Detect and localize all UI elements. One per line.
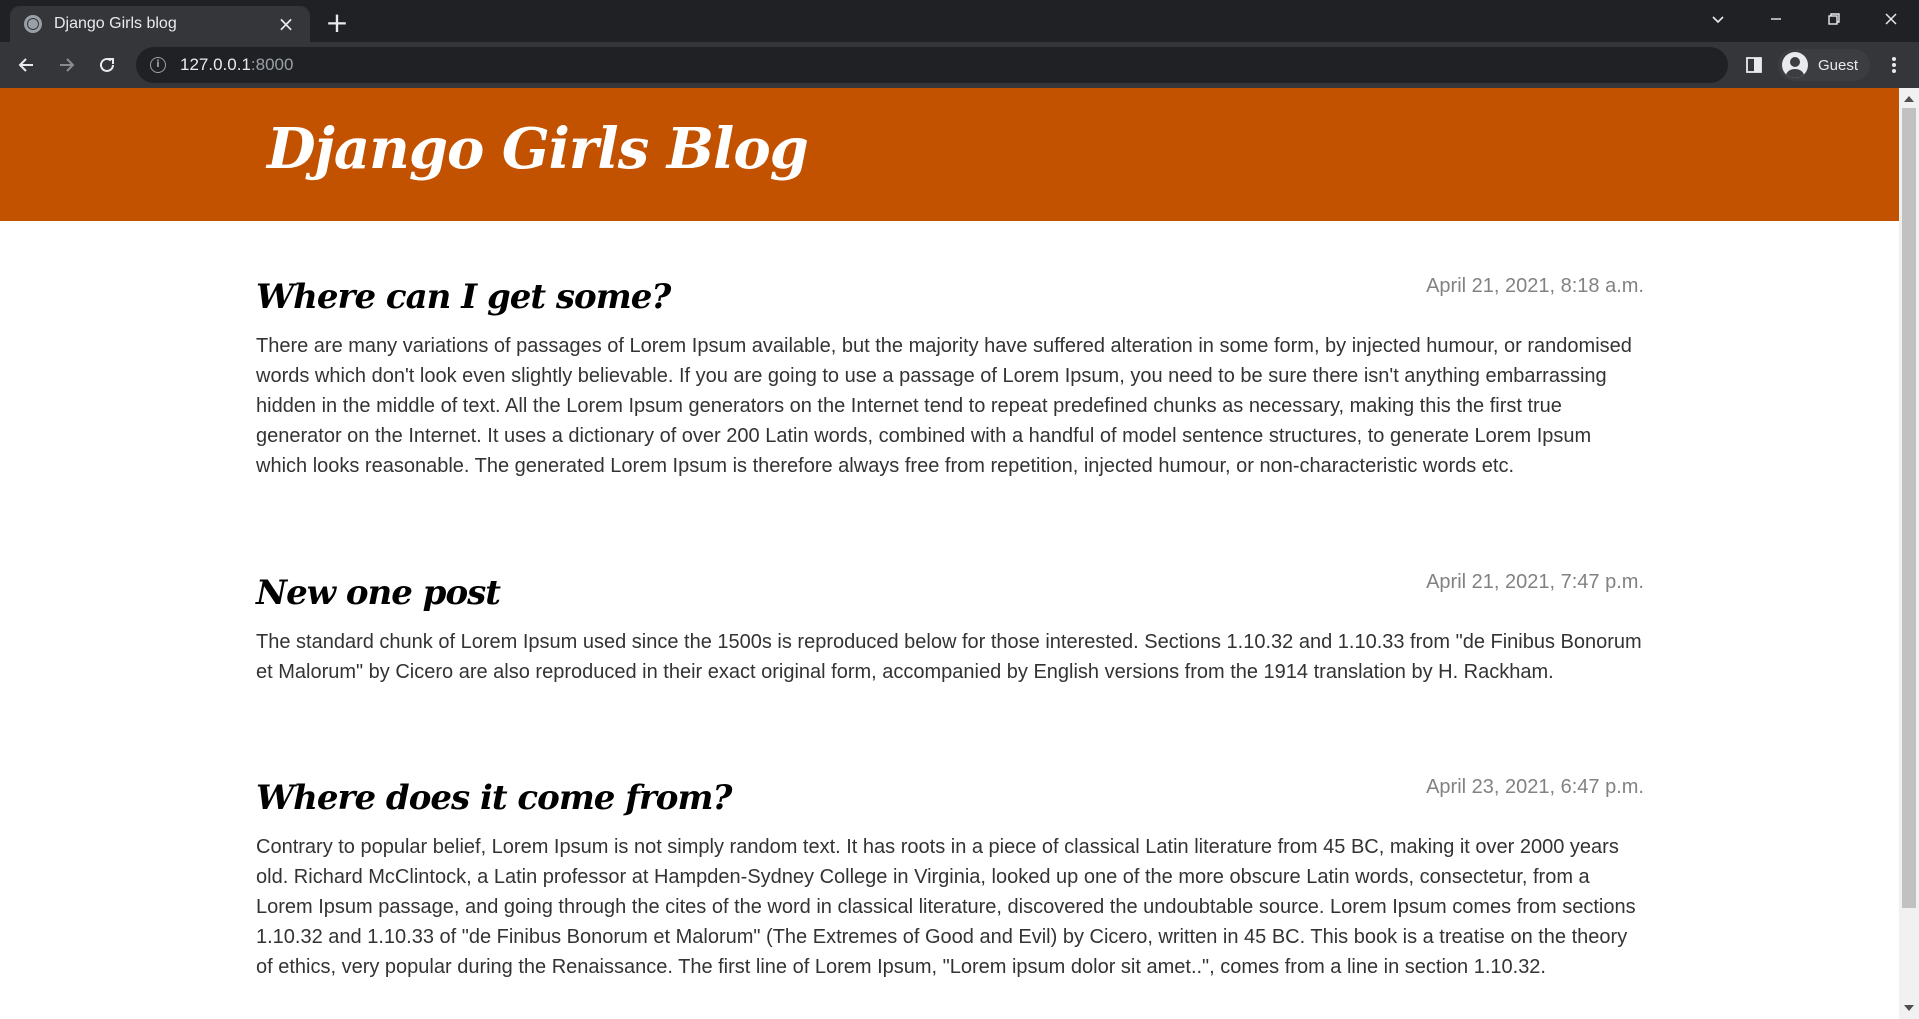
minimize-button[interactable]: [1748, 0, 1804, 38]
new-tab-button[interactable]: +: [322, 8, 352, 38]
vertical-scrollbar[interactable]: [1899, 88, 1919, 1019]
scroll-up-icon[interactable]: [1904, 96, 1914, 102]
globe-icon: [24, 15, 42, 33]
profile-label: Guest: [1818, 56, 1859, 74]
post-body: The standard chunk of Lorem Ipsum used s…: [256, 631, 1642, 683]
side-panel-icon: [1746, 57, 1762, 73]
tab-search-button[interactable]: [1690, 0, 1746, 38]
blog-title-link[interactable]: Django Girls Blog: [267, 116, 809, 183]
kebab-menu-icon: [1892, 57, 1896, 73]
post: April 21, 2021, 7:47 p.m. New one post T…: [256, 571, 1644, 687]
avatar-icon: [1782, 52, 1808, 78]
reload-icon: [100, 57, 114, 72]
post: April 23, 2021, 6:47 p.m. Where does it …: [256, 776, 1644, 982]
page-viewport: Django Girls Blog April 21, 2021, 8:18 a…: [0, 88, 1919, 1019]
address-bar[interactable]: i 127.0.0.1:8000: [136, 47, 1728, 83]
side-panel-button[interactable]: [1738, 49, 1770, 81]
page-header: Django Girls Blog: [0, 88, 1899, 221]
post-body: There are many variations of passages of…: [256, 335, 1632, 477]
arrow-right-icon: [60, 58, 75, 72]
forward-button[interactable]: [51, 49, 83, 81]
tab-close-icon[interactable]: ×: [276, 14, 296, 34]
info-icon[interactable]: i: [150, 57, 166, 73]
reload-button[interactable]: [91, 49, 123, 81]
back-button[interactable]: [10, 49, 42, 81]
post: April 21, 2021, 8:18 a.m. Where can I ge…: [256, 275, 1644, 481]
close-icon: [1885, 13, 1897, 25]
close-window-button[interactable]: [1863, 0, 1919, 38]
tab-title: Django Girls blog: [54, 15, 177, 32]
browser-toolbar: i 127.0.0.1:8000 Guest: [0, 42, 1919, 88]
scroll-down-icon[interactable]: [1904, 1005, 1914, 1011]
scrollbar-thumb[interactable]: [1902, 108, 1916, 908]
post-date: April 21, 2021, 7:47 p.m.: [1426, 571, 1644, 593]
chevron-down-icon: [1712, 16, 1724, 24]
address-host: 127.0.0.1: [180, 55, 251, 74]
menu-button[interactable]: [1878, 49, 1910, 81]
tab-strip: Django Girls blog × +: [0, 0, 1919, 42]
post-date: April 23, 2021, 6:47 p.m.: [1426, 776, 1644, 798]
browser-tab[interactable]: Django Girls blog ×: [10, 6, 310, 42]
address-port: :8000: [250, 55, 294, 74]
post-date: April 21, 2021, 8:18 a.m.: [1426, 275, 1644, 297]
post-body: Contrary to popular belief, Lorem Ipsum …: [256, 836, 1636, 978]
profile-button[interactable]: Guest: [1778, 49, 1870, 81]
arrow-left-icon: [18, 58, 33, 72]
restore-icon: [1828, 13, 1840, 25]
restore-button[interactable]: [1806, 0, 1862, 38]
minimize-icon: [1771, 18, 1781, 20]
